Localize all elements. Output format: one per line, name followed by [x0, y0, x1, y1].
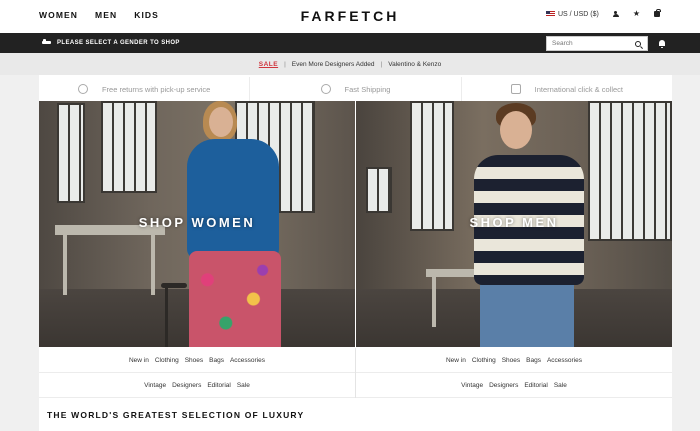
main-content: Free returns with pick-up service Fast S… — [39, 75, 672, 431]
usp-returns-label: Free returns with pick-up service — [101, 84, 211, 94]
women-sale-link[interactable]: Sale — [237, 382, 250, 389]
promo-valentino-link[interactable]: Valentino & Kenzo — [388, 61, 441, 68]
table-leg-image — [63, 235, 67, 295]
pointing-hand-icon — [42, 39, 51, 46]
men-secondary-links: Vintage Designers Editorial Sale — [356, 373, 672, 398]
men-accessories-link[interactable]: Accessories — [547, 357, 582, 364]
shop-men-hero[interactable]: SHOP MEN — [356, 101, 672, 347]
wishlist-star-icon[interactable]: ★ — [633, 10, 640, 18]
section-title: THE WORLD'S GREATEST SELECTION OF LUXURY — [47, 410, 305, 420]
user-icon[interactable] — [612, 10, 619, 18]
table-leg-image — [432, 277, 436, 327]
men-vintage-link[interactable]: Vintage — [461, 382, 483, 389]
gender-select-bar: PLEASE SELECT A GENDER TO SHOP — [0, 33, 700, 53]
shop-women-label: SHOP WOMEN — [138, 215, 256, 230]
usp-shipping[interactable]: Fast Shipping — [250, 77, 462, 101]
top-header: WOMEN MEN KIDS FARFETCH US / USD ($) ★ — [0, 0, 700, 33]
women-new-in-link[interactable]: New in — [129, 357, 149, 364]
women-shoes-link[interactable]: Shoes — [185, 357, 203, 364]
shop-men-label: SHOP MEN — [469, 215, 559, 230]
women-designers-link[interactable]: Designers — [172, 382, 201, 389]
jeans-image — [480, 285, 574, 347]
currency-label: US / USD ($) — [557, 10, 599, 18]
men-designers-link[interactable]: Designers — [489, 382, 518, 389]
header-tools: US / USD ($) ★ — [545, 9, 661, 18]
model-face-image — [500, 111, 532, 149]
promo-sale-link[interactable]: SALE — [259, 61, 278, 68]
stool-leg-image — [165, 287, 168, 347]
search-input[interactable] — [547, 40, 633, 47]
women-editorial-link[interactable]: Editorial — [207, 382, 230, 389]
men-sale-link[interactable]: Sale — [554, 382, 567, 389]
usp-collect-label: International click & collect — [534, 84, 623, 94]
us-flag-icon — [545, 10, 555, 17]
usp-returns[interactable]: Free returns with pick-up service — [39, 77, 251, 101]
window-image — [57, 103, 85, 203]
currency-selector[interactable]: US / USD ($) — [545, 10, 599, 18]
men-category-links: New in Clothing Shoes Bags Accessories — [356, 348, 672, 373]
shopping-bag-icon[interactable] — [654, 9, 661, 17]
promo-strip: SALE | Even More Designers Added | Valen… — [0, 53, 700, 75]
men-clothing-link[interactable]: Clothing — [472, 357, 496, 364]
floral-pants-image — [189, 251, 281, 347]
women-clothing-link[interactable]: Clothing — [155, 357, 179, 364]
women-accessories-link[interactable]: Accessories — [230, 357, 265, 364]
usp-bar: Free returns with pick-up service Fast S… — [39, 77, 672, 101]
women-secondary-links: Vintage Designers Editorial Sale — [39, 373, 355, 398]
notification-bell-icon[interactable] — [659, 40, 665, 48]
gender-prompt-text: PLEASE SELECT A GENDER TO SHOP — [57, 39, 180, 46]
luxury-section: THE WORLD'S GREATEST SELECTION OF LUXURY — [39, 400, 672, 431]
collect-icon — [510, 84, 521, 94]
window-image — [101, 101, 157, 193]
window-image — [410, 101, 454, 231]
usp-shipping-label: Fast Shipping — [344, 84, 391, 94]
page-background: Free returns with pick-up service Fast S… — [0, 75, 700, 431]
promo-separator: | — [380, 60, 383, 68]
men-editorial-link[interactable]: Editorial — [524, 382, 547, 389]
table-leg-image — [151, 235, 155, 295]
women-bags-link[interactable]: Bags — [209, 357, 224, 364]
women-category-links: New in Clothing Shoes Bags Accessories — [39, 348, 355, 373]
women-vintage-link[interactable]: Vintage — [144, 382, 166, 389]
gender-select-prompt[interactable]: PLEASE SELECT A GENDER TO SHOP — [42, 39, 180, 46]
model-face-image — [209, 107, 233, 137]
window-image — [366, 167, 392, 213]
men-bags-link[interactable]: Bags — [526, 357, 541, 364]
shipping-icon — [320, 84, 331, 94]
shop-women-hero[interactable]: SHOP WOMEN — [39, 101, 355, 347]
promo-designers-link[interactable]: Even More Designers Added — [292, 61, 375, 68]
men-shoes-link[interactable]: Shoes — [502, 357, 520, 364]
search-box — [546, 36, 648, 51]
returns-icon — [77, 84, 88, 94]
blue-sweater-image — [187, 139, 279, 259]
search-icon[interactable] — [635, 40, 641, 47]
men-new-in-link[interactable]: New in — [446, 357, 466, 364]
promo-separator: | — [284, 60, 286, 68]
usp-collect[interactable]: International click & collect — [462, 77, 672, 101]
